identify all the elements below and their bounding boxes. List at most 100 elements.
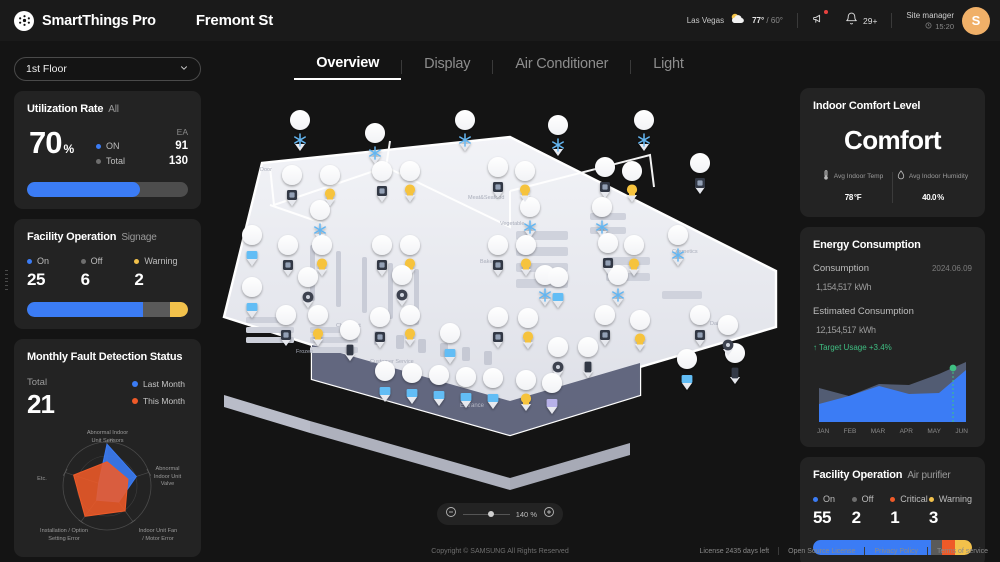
announcement-button[interactable] — [812, 9, 828, 30]
footer-link-privacy[interactable]: Privacy Policy — [874, 548, 918, 555]
floor-selector-value: 1st Floor — [26, 63, 67, 75]
signage-dot-off — [80, 258, 86, 264]
comfort-humidity-number: 40.0 — [922, 193, 937, 202]
energy-estimated-unit: kWh — [859, 325, 876, 335]
signage-stat-off: Off 6 — [80, 256, 135, 290]
floor-selector[interactable]: 1st Floor — [14, 57, 201, 81]
weather-city: Las Vegas — [686, 16, 725, 25]
facility-operation-signage-card: Facility Operation Signage On 25 Off 6 W… — [14, 219, 201, 329]
tab-overview[interactable]: Overview — [294, 53, 402, 80]
comfort-metric-humidity: Avg Indoor Humidity 40.0% — [893, 170, 972, 205]
footer-link-terms[interactable]: Terms of service — [937, 548, 988, 555]
zoom-out-icon[interactable] — [445, 505, 457, 523]
header-divider-2 — [891, 13, 893, 28]
energy-consumption-number: 1,154,517 — [816, 282, 852, 292]
energy-estimated-number: 12,154,517 — [816, 325, 857, 335]
weather-sep: / — [764, 16, 771, 25]
air-value-warning: 3 — [928, 508, 938, 527]
air-label-off-text: Off — [861, 494, 874, 504]
energy-card-title: Energy Consumption — [813, 239, 921, 251]
energy-date: 2024.06.09 — [931, 264, 972, 273]
utilization-bar-on — [27, 182, 140, 197]
air-label-warning: Warning — [928, 494, 973, 504]
handle-dot — [4, 273, 8, 275]
signage-card-title: Facility Operation Signage — [27, 231, 188, 243]
signage-value-warning: 2 — [134, 270, 144, 289]
signage-label-warning: Warning — [134, 256, 188, 266]
energy-month-jun: JUN — [955, 428, 968, 435]
signage-label-warning-text: Warning — [144, 256, 178, 266]
tab-light[interactable]: Light — [631, 54, 705, 79]
utilization-legend: EA ON 91 Total 130 — [96, 127, 188, 170]
sidebar-resize-handle[interactable] — [2, 268, 10, 292]
brand[interactable]: SmartThings Pro — [14, 10, 156, 31]
utilization-body: 70% EA ON 91 Total 130 — [27, 127, 188, 170]
air-conditioner-pin-icon — [548, 115, 569, 156]
zoom-slider[interactable] — [463, 511, 510, 517]
air-stat-warning: Warning 3 — [928, 494, 973, 528]
notification-button[interactable]: 29+ — [845, 12, 877, 30]
weather-low: 60° — [770, 16, 783, 25]
avatar[interactable]: S — [962, 6, 990, 35]
user-menu[interactable]: Site manager 15:20 S — [906, 6, 990, 35]
legend-dot-on — [96, 143, 101, 149]
fault-legend-last-month-label: Last Month — [142, 379, 185, 389]
air-label-warning-text: Warning — [938, 494, 973, 504]
signage-dot-warning — [134, 258, 140, 264]
utilization-card-title: Utilization Rate All — [27, 103, 188, 115]
tab-air-conditioner[interactable]: Air Conditioner — [493, 54, 630, 79]
air-dot-off — [851, 496, 857, 502]
energy-consumption-value: 1,154,517 kWh — [813, 275, 972, 295]
air-title-text: Facility Operation — [813, 469, 903, 481]
signage-stat-on: On 25 — [27, 256, 81, 290]
energy-month-jan: JAN — [817, 428, 830, 435]
air-card-title: Facility Operation Air purifier — [813, 469, 972, 481]
signage-label-on: On — [27, 256, 81, 266]
zoom-control[interactable]: 140 % — [437, 503, 563, 525]
indoor-comfort-card: Indoor Comfort Level Comfort Avg Indoor … — [800, 88, 985, 217]
tab-display[interactable]: Display — [402, 54, 492, 79]
comfort-humidity-label: Avg Indoor Humidity — [908, 172, 969, 180]
floorplan-svg[interactable]: Entrance Door Meat&Seafood Vegetable Bak… — [210, 95, 790, 490]
arrow-up-icon: ↑ — [813, 343, 817, 352]
comfort-temp-value: 78°F — [813, 187, 892, 205]
header-right: Las Vegas 77° / 60° 29+ Site manager 15:… — [687, 0, 1000, 41]
energy-marker-dot — [949, 364, 957, 372]
zone-label-vegetable: Vegetable — [500, 221, 524, 227]
signage-value-off: 6 — [80, 270, 90, 289]
footer-divider-1 — [778, 547, 780, 555]
signage-dot-on — [27, 258, 32, 264]
footer-link-license[interactable]: License 2435 days left — [699, 548, 769, 555]
weather-widget[interactable]: Las Vegas 77° / 60° — [687, 12, 783, 30]
zoom-in-icon[interactable] — [543, 505, 555, 523]
energy-consumption-card: Energy Consumption Consumption 2024.06.0… — [800, 227, 985, 447]
zoom-slider-knob[interactable] — [487, 511, 494, 517]
fault-card-title: Monthly Fault Detection Status — [27, 351, 183, 363]
utilization-percent-symbol: % — [63, 142, 74, 156]
handle-dot — [4, 277, 8, 279]
air-dot-on — [813, 496, 818, 502]
signage-progress-bar — [27, 302, 188, 317]
legend-label-on: ON — [106, 141, 120, 151]
signage-bar-on — [27, 302, 143, 317]
fault-radar-chart: 10 Abnormal Indoor Unit Sensors Abnormal I… — [27, 414, 188, 549]
energy-estimated-value: 12,154,517 kWh — [813, 318, 972, 338]
user-time: 15:20 — [906, 22, 954, 31]
air-label-critical: Critical — [890, 494, 929, 504]
comfort-temp-head: Avg Indoor Temp — [813, 170, 892, 182]
energy-target-usage: ↑ Target Usage +3.4% — [813, 343, 972, 352]
comfort-metric-temp: Avg Indoor Temp 78°F — [813, 170, 892, 205]
comfort-temp-label: Avg Indoor Temp — [833, 172, 884, 180]
air-conditioner-pin-icon — [290, 110, 311, 151]
footer-link-open-source[interactable]: Open Source License — [788, 548, 855, 555]
utilization-legend-on: ON 91 — [96, 140, 188, 152]
footer-divider-3 — [927, 547, 929, 555]
air-stat-off: Off 2 — [851, 494, 891, 528]
utilization-progress-bar — [27, 182, 188, 197]
floorplan-stage[interactable]: Entrance Door Meat&Seafood Vegetable Bak… — [210, 95, 790, 490]
bell-icon — [845, 12, 858, 30]
footer-divider-2 — [864, 547, 866, 555]
legend-value-on: 91 — [175, 140, 188, 152]
brand-name: SmartThings Pro — [42, 12, 156, 29]
comfort-humidity-value: 40.0% — [893, 187, 972, 205]
